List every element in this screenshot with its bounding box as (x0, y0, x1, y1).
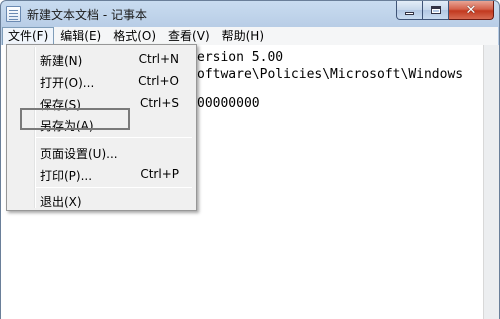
menu-edit[interactable]: 编辑(E) (54, 27, 107, 46)
menu-item-label: 退出(X) (40, 195, 82, 209)
menu-item-print[interactable]: 打印(P)... Ctrl+P (9, 163, 194, 185)
menu-separator (36, 137, 192, 138)
save-as-highlight-box (20, 108, 130, 130)
editor-line-1: ersion 5.00 (197, 50, 284, 65)
menu-item-label: 打印(P)... (40, 169, 93, 183)
menu-file[interactable]: 文件(F) (2, 26, 55, 46)
menu-item-open[interactable]: 打开(O)... Ctrl+O (9, 70, 194, 92)
window-controls: ✕ (396, 1, 494, 20)
maximize-button[interactable] (423, 1, 449, 20)
menu-item-shortcut: Ctrl+N (138, 52, 179, 66)
menu-item-label: 页面设置(U)... (40, 147, 118, 161)
menu-item-new[interactable]: 新建(N) Ctrl+N (9, 48, 194, 70)
editor-line-2: oftware\Policies\Microsoft\Windows (197, 67, 464, 82)
notepad-icon[interactable] (6, 6, 21, 22)
minimize-button[interactable] (396, 1, 423, 20)
menu-item-shortcut: Ctrl+P (140, 167, 179, 181)
maximize-icon (430, 6, 441, 14)
menu-item-label: 打开(O)... (40, 76, 95, 90)
menu-view[interactable]: 查看(V) (162, 27, 216, 46)
window-title: 新建文本文档 - 记事本 (27, 8, 147, 22)
menu-item-shortcut: Ctrl+O (138, 74, 179, 88)
menu-item-shortcut: Ctrl+S (139, 96, 179, 110)
vertical-scrollbar[interactable] (483, 45, 499, 319)
menu-item-label: 新建(N) (40, 54, 83, 68)
menu-item-page-setup[interactable]: 页面设置(U)... (9, 141, 194, 163)
close-icon: ✕ (465, 2, 477, 18)
menu-separator (36, 187, 192, 188)
menu-format[interactable]: 格式(O) (107, 27, 162, 46)
minimize-icon (405, 11, 414, 15)
menu-help[interactable]: 帮助(H) (216, 27, 270, 46)
title-bar[interactable]: 新建文本文档 - 记事本 ✕ (1, 1, 499, 27)
editor-line-3: 00000000 (197, 96, 260, 111)
close-button[interactable]: ✕ (449, 1, 494, 20)
menu-item-exit[interactable]: 退出(X) (9, 189, 194, 211)
